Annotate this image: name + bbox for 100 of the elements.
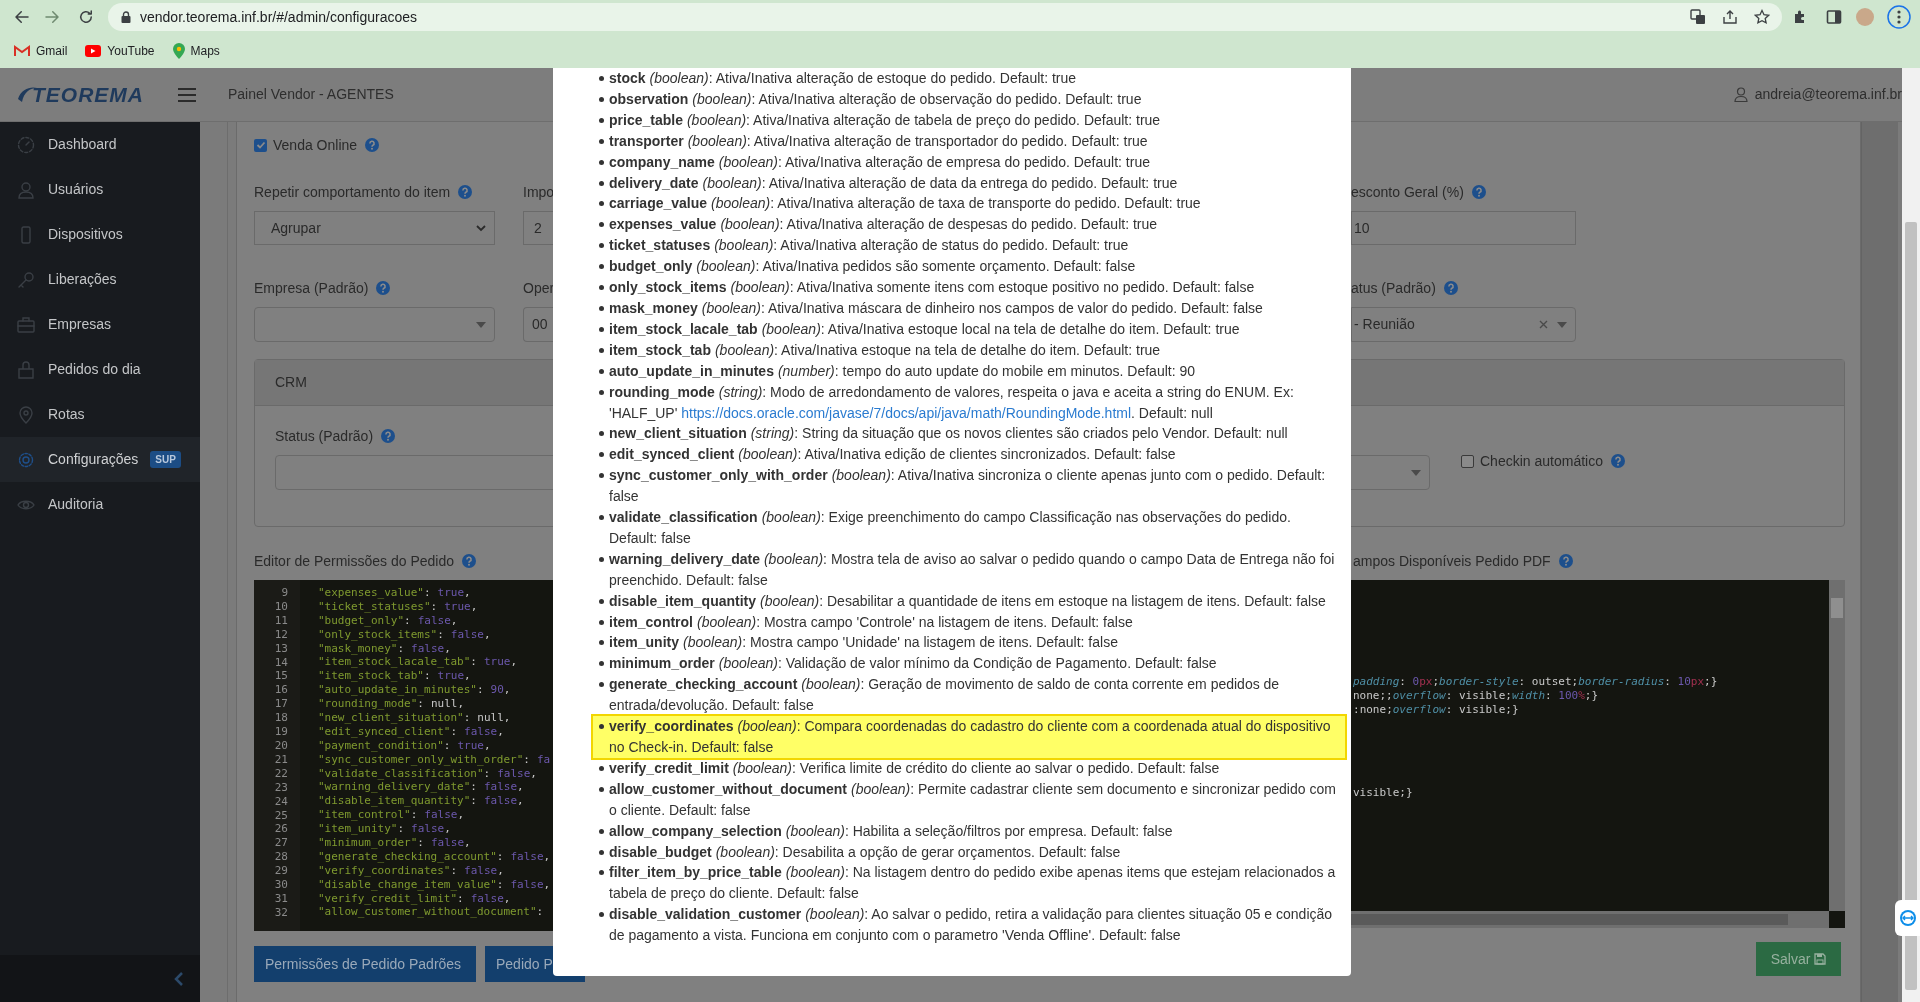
help-icon[interactable] (365, 138, 380, 152)
parameter-description: only_stock_items (boolean): Ativa/Inativa somente itens com estoque positivo no pedido. Default: false (609, 278, 1256, 298)
dropdown[interactable] (254, 307, 495, 342)
scrollbar-thumb[interactable] (1831, 598, 1843, 618)
avatar[interactable] (1856, 8, 1874, 26)
sidebar-item[interactable]: Configurações SUP (0, 437, 200, 482)
line-number: 9 (280, 586, 288, 600)
forward-arrow-icon[interactable] (43, 8, 61, 26)
page-scrollbar[interactable] (1902, 68, 1920, 1002)
bookmark-label: Gmail (36, 43, 68, 60)
line-number: 20 (273, 738, 288, 753)
code-line: "mask_money": false, (318, 641, 452, 656)
code-line: "auto_update_in_minutes": 90, (318, 683, 512, 698)
star-icon[interactable] (1754, 9, 1770, 25)
scrollbar-thumb[interactable] (1905, 222, 1917, 990)
map-pin-icon (17, 405, 35, 424)
field-label: ampos Disponíveis Pedido PDF (1353, 551, 1551, 571)
parameter-description: item_stock_tab (boolean): Ativa/Inativa estoque na tela de detalhe do item. Default: true (609, 340, 1162, 360)
parameter-description: edit_synced_client (boolean): Ativa/Inativa edição de clientes sincronizados. Default: false (609, 445, 1177, 465)
parameter-description: mask_money (boolean): Ativa/Inativa máscara de dinheiro nos campos de valor do pedido. Default: false (609, 298, 1264, 318)
parameter-description: disable_budget (boolean): Desabilita a opção de gerar orçamentos. Default: false (609, 842, 1122, 862)
button[interactable]: Permissões de Pedido Padrões (254, 946, 476, 982)
reload-icon[interactable] (77, 8, 95, 26)
parameter-description: observation (boolean): Ativa/Inativa alteração de observação do pedido. Default: true (609, 89, 1143, 109)
parameter-description: carriage_value (boolean): Ativa/Inativa alteração de taxa de transporte do pedido. Default: true (609, 194, 1202, 214)
help-icon[interactable] (458, 185, 473, 199)
code-line: "ticket_statuses": true, (318, 599, 479, 614)
panel-title: CRM (275, 373, 307, 392)
translate-icon[interactable] (1690, 9, 1706, 25)
page-title: Painel Vendor - AGENTES (228, 85, 394, 104)
scrollbar-thumb[interactable] (1351, 914, 1788, 925)
field-label: Empresa (Padrão) (254, 278, 369, 298)
line-number: 14 (273, 655, 288, 670)
help-icon[interactable] (1443, 281, 1458, 295)
code-line: "verify_credit_limit": false, (318, 891, 512, 906)
parameter-description: delivery_date (boolean): Ativa/Inativa alteração de data da entrega do pedido. Default: true (609, 173, 1179, 193)
sidebar-item[interactable]: Dashboard (0, 122, 200, 167)
clear-icon[interactable] (1539, 320, 1548, 329)
line-number: 25 (273, 808, 288, 823)
input-field[interactable]: 10 (1351, 211, 1576, 245)
dropdown[interactable]: - Reunião (1351, 307, 1576, 342)
checkbox[interactable] (1461, 454, 1474, 468)
sidebar-item[interactable]: Auditoria (0, 482, 200, 527)
field-label: Editor de Permissões do Pedido (254, 551, 454, 571)
code-line: "only_stock_items": false, (318, 627, 492, 642)
line-number: 17 (273, 697, 288, 712)
side-widget[interactable] (1895, 900, 1920, 936)
bookmark-link[interactable]: Maps (172, 42, 220, 60)
vertical-scrollbar[interactable] (1829, 580, 1845, 911)
back-arrow-icon[interactable] (13, 8, 31, 26)
parameter-description: stock (boolean): Ativa/Inativa alteração de estoque do pedido. Default: true (609, 69, 1078, 88)
bookmark-link[interactable]: Gmail (14, 42, 68, 60)
side-panel-icon[interactable] (1826, 9, 1842, 25)
code-line: "item_stock_lacale_tab": true, (318, 655, 519, 670)
help-icon[interactable] (376, 281, 391, 295)
chevron-left-icon[interactable] (174, 971, 184, 986)
bookmark-label: YouTube (107, 43, 155, 60)
sidebar-item[interactable]: Rotas (0, 392, 200, 437)
help-icon[interactable] (462, 554, 476, 568)
sidebar-item[interactable]: Liberações (0, 257, 200, 302)
badge: SUP (150, 451, 181, 468)
line-number: 10 (273, 599, 288, 614)
map-pin-icon (172, 43, 185, 59)
parameter-description: company_name (boolean): Ativa/Inativa alteração de empresa do pedido. Default: true (609, 152, 1151, 172)
mail-icon (14, 45, 30, 57)
code-editor[interactable]: padding: 0px;border-style: outset;border-radius: 10px;} none;;overflow: visible;width: 100%;} :none;overflow: visible;} visible;} (1351, 580, 1845, 928)
user-icon (17, 180, 35, 199)
sidebar-item[interactable]: Dispositivos (0, 212, 200, 257)
parameter-description: auto_update_in_minutes (number): tempo do auto update do mobile em minutos. Default: 90 (609, 361, 1197, 381)
code-line: "verify_coordinates": false, (318, 863, 505, 878)
help-icon[interactable] (1558, 554, 1573, 568)
line-number: 29 (273, 864, 288, 879)
line-number: 13 (273, 641, 288, 656)
sidebar-item[interactable]: Pedidos do dia (0, 347, 200, 392)
code-line: padding: 0px;border-style: outset;border-radius: 10px;} (1353, 675, 1719, 689)
line-number: 18 (273, 711, 288, 726)
code-line: :none;overflow: visible;} (1353, 703, 1520, 717)
menu-icon[interactable] (1887, 5, 1911, 29)
address-bar[interactable]: vendor.teorema.inf.br/#/admin/configuracoes (108, 3, 1782, 31)
line-number: 27 (273, 836, 288, 851)
code-editor[interactable] (254, 580, 553, 931)
user-icon (1733, 87, 1748, 102)
dropdown[interactable]: Agrupar (254, 211, 495, 245)
help-icon[interactable] (381, 429, 396, 443)
share-icon[interactable] (1722, 9, 1738, 25)
code-line: "sync_customer_only_with_order": fa (318, 752, 551, 767)
help-icon[interactable] (1471, 185, 1486, 199)
checkbox[interactable] (254, 138, 267, 152)
menu-icon[interactable] (177, 86, 197, 103)
settings-icon (17, 450, 35, 469)
code-line: "payment_condition": true, (318, 738, 492, 753)
caret-icon (1557, 321, 1567, 328)
help-icon[interactable] (1610, 454, 1625, 468)
sidebar-item[interactable]: Usuários (0, 167, 200, 212)
bookmark-link[interactable]: YouTube (85, 42, 155, 60)
horizontal-scrollbar[interactable] (1351, 911, 1829, 928)
bookmark-label: Maps (190, 43, 220, 60)
code-line: "minimum_order": false, (318, 836, 472, 850)
sidebar-item[interactable]: Empresas (0, 302, 200, 347)
line-number: 11 (273, 613, 288, 628)
